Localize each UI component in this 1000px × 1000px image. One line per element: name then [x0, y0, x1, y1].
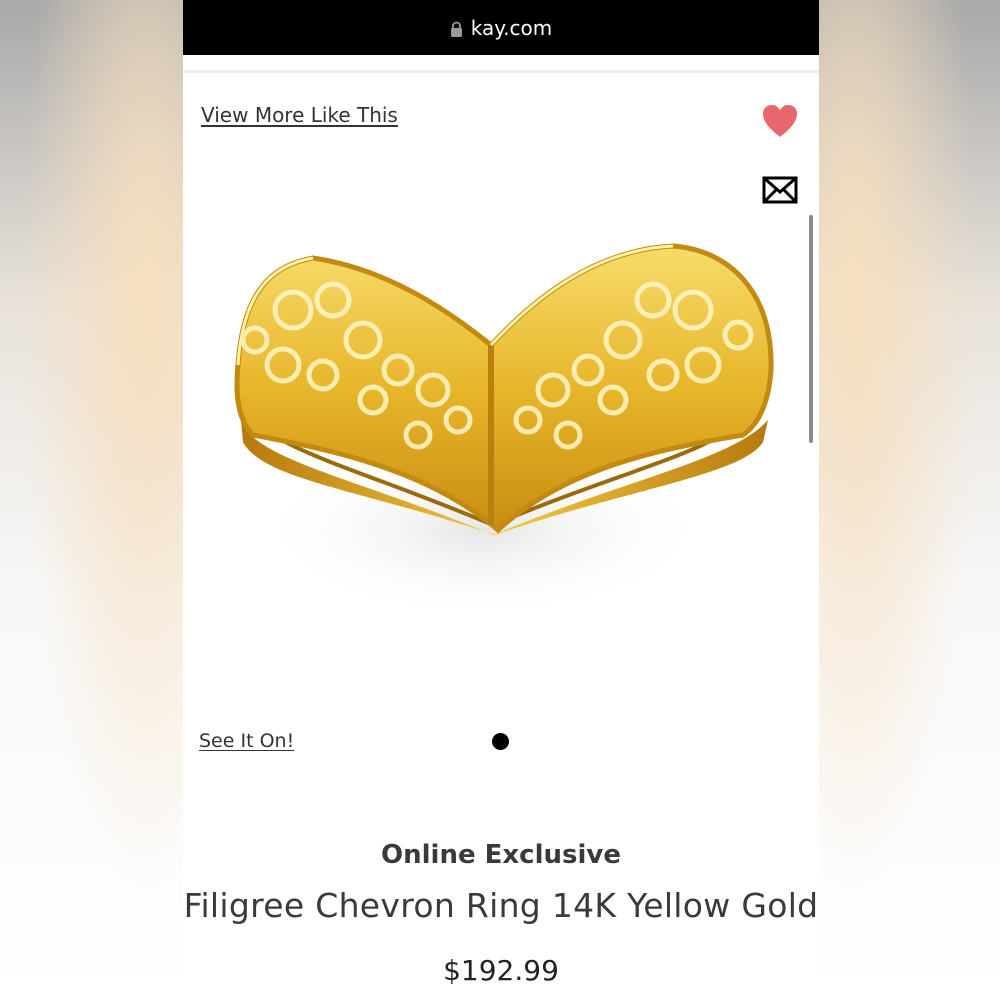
url-display: kay.com	[450, 15, 553, 40]
background-blur-right	[817, 0, 1000, 1000]
browser-url-bar[interactable]: kay.com	[183, 0, 819, 55]
online-exclusive-badge: Online Exclusive	[381, 840, 621, 870]
heart-icon[interactable]	[761, 103, 799, 139]
product-title: Filigree Chevron Ring 14K Yellow Gold	[183, 886, 819, 925]
phone-screen: kay.com View More Like This See It On! O…	[183, 0, 819, 1000]
lock-icon	[450, 21, 462, 37]
view-more-like-this-link[interactable]: View More Like This	[201, 103, 398, 127]
product-price: $192.99	[443, 954, 559, 987]
header-divider	[183, 70, 819, 73]
background-blur-left	[0, 0, 183, 1000]
url-text: kay.com	[470, 15, 553, 40]
see-it-on-link[interactable]: See It On!	[199, 730, 294, 752]
carousel-dot-active[interactable]	[492, 733, 509, 750]
product-image[interactable]	[183, 150, 803, 727]
scrollbar[interactable]	[809, 215, 813, 443]
